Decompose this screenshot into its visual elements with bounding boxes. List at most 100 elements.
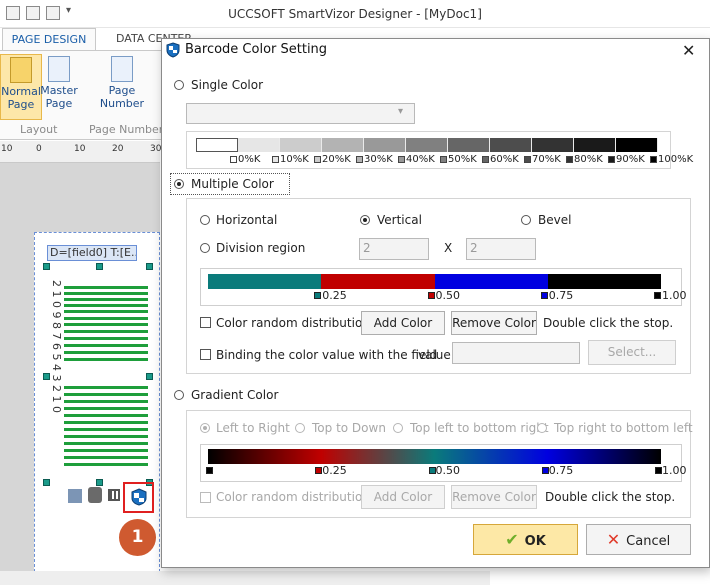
swatch-label: 60%K (482, 154, 519, 165)
barcode-bar (64, 442, 148, 445)
color-stop[interactable] (654, 292, 661, 299)
division-y-input[interactable]: 2 (466, 238, 536, 260)
single-color-radio[interactable] (174, 80, 184, 90)
cancel-button[interactable]: ✕ Cancel (586, 524, 691, 555)
swatch-50pctk[interactable] (406, 138, 448, 152)
selection-handle[interactable] (146, 263, 153, 270)
swatch-10pctk[interactable] (238, 138, 280, 152)
barcode-bar (64, 310, 148, 313)
barcode-bar (64, 456, 148, 459)
barcode-color-icon (131, 488, 147, 506)
swatch-label-text: 70%K (532, 154, 561, 165)
gradient-stop-label: 0.75 (548, 464, 574, 477)
barcode-bar (64, 330, 148, 333)
normal-page-label: Normal Page (1, 85, 41, 111)
single-color-dropdown[interactable] (186, 103, 415, 124)
gradient-stop-label: 0.50 (435, 464, 461, 477)
gradient-bar[interactable] (208, 449, 661, 464)
gradient-stop[interactable] (655, 467, 662, 474)
normal-page-button[interactable]: Normal Page (0, 54, 42, 120)
layout-group-label: Layout (20, 123, 58, 136)
color-segment[interactable] (321, 274, 435, 289)
color-segment[interactable] (547, 274, 661, 289)
qr-code-icon[interactable] (108, 489, 120, 501)
color-stop[interactable] (540, 292, 548, 299)
swatch-20pctk[interactable] (280, 138, 322, 152)
checkmark-icon: ✔ (505, 530, 519, 549)
top-to-down-radio[interactable] (295, 423, 305, 433)
top-left-bottom-right-radio[interactable] (393, 423, 403, 433)
horizontal-ruler: 10 0 10 20 30 (0, 141, 162, 163)
division-x-input[interactable]: 2 (359, 238, 429, 260)
binding-value-input[interactable] (452, 342, 580, 364)
page-number-button[interactable]: Page Number (98, 54, 146, 120)
selection-handle[interactable] (146, 373, 153, 380)
gradient-color-radio[interactable] (174, 390, 184, 400)
swatch-label-text: 30%K (364, 154, 393, 165)
swatch-label: 20%K (314, 154, 351, 165)
barcode-bar (64, 323, 148, 326)
selection-handle[interactable] (43, 373, 50, 380)
selection-handle[interactable] (43, 479, 50, 486)
swatch-0pctk[interactable] (196, 138, 238, 152)
swatch-label: 80%K (566, 154, 603, 165)
ruler-tick-label: 30 (150, 144, 162, 154)
selection-handle[interactable] (96, 479, 103, 486)
gradient-stop[interactable] (206, 467, 213, 474)
color-segment[interactable] (208, 274, 322, 289)
left-to-right-radio[interactable] (200, 423, 210, 433)
swatch-100pctk[interactable] (616, 138, 658, 152)
bevel-radio[interactable] (521, 215, 531, 225)
swatch-60pctk[interactable] (448, 138, 490, 152)
select-button[interactable]: Select... (588, 340, 676, 365)
tab-page-design[interactable]: PAGE DESIGN (2, 28, 96, 51)
barcode-settings-icon[interactable] (68, 489, 82, 503)
swatch-label: 50%K (440, 154, 477, 165)
swatch-30pctk[interactable] (322, 138, 364, 152)
multiple-color-radio[interactable] (174, 179, 184, 189)
swatch-label-square (398, 156, 405, 163)
top-right-bottom-left-radio[interactable] (537, 423, 547, 433)
barcode-bar (64, 317, 148, 320)
step-badge: 1 (119, 519, 156, 556)
master-page-icon (48, 56, 70, 82)
gradient-stop[interactable] (541, 467, 549, 474)
add-color-button[interactable]: Add Color (361, 311, 445, 335)
color-random-checkbox[interactable] (200, 317, 211, 328)
ruler-tick-label: 10 (1, 144, 13, 154)
gradient-stop[interactable] (428, 467, 436, 474)
selection-handle[interactable] (43, 263, 50, 270)
swatch-label-square (608, 156, 615, 163)
horizontal-radio[interactable] (200, 215, 210, 225)
gradient-random-checkbox[interactable] (200, 492, 211, 503)
swatch-90pctk[interactable] (574, 138, 616, 152)
gradient-stop[interactable] (315, 467, 323, 474)
division-x-label: X (444, 241, 453, 255)
binding-checkbox[interactable] (200, 349, 211, 360)
swatch-label: 0%K (230, 154, 260, 165)
gradient-random-label: Color random distribution (216, 490, 370, 504)
ruler-tick-label: 0 (36, 144, 42, 154)
swatch-70pctk[interactable] (490, 138, 532, 152)
swatch-80pctk[interactable] (532, 138, 574, 152)
master-page-button[interactable]: Master Page (38, 54, 80, 120)
division-region-radio[interactable] (200, 243, 210, 253)
horizontal-scrollbar[interactable] (0, 571, 490, 585)
barcode-color-button[interactable] (123, 482, 154, 513)
gradient-remove-color-button[interactable]: Remove Color (451, 485, 537, 509)
cancel-label: Cancel (626, 534, 671, 549)
ok-button[interactable]: ✔ OK (473, 524, 578, 555)
gradient-add-color-button[interactable]: Add Color (361, 485, 445, 509)
selection-handle[interactable] (96, 263, 103, 270)
swatch-label-text: 10%K (280, 154, 309, 165)
swatch-label: 30%K (356, 154, 393, 165)
remove-color-button[interactable]: Remove Color (451, 311, 537, 335)
close-icon[interactable]: ✕ (682, 41, 695, 60)
color-stop[interactable] (427, 292, 435, 299)
vertical-radio[interactable] (360, 215, 370, 225)
database-link-icon[interactable] (88, 487, 102, 503)
app-title: UCCSOFT SmartVizor Designer - [MyDoc1] (228, 7, 482, 21)
color-stop[interactable] (314, 292, 322, 299)
color-segment[interactable] (434, 274, 548, 289)
swatch-40pctk[interactable] (364, 138, 406, 152)
